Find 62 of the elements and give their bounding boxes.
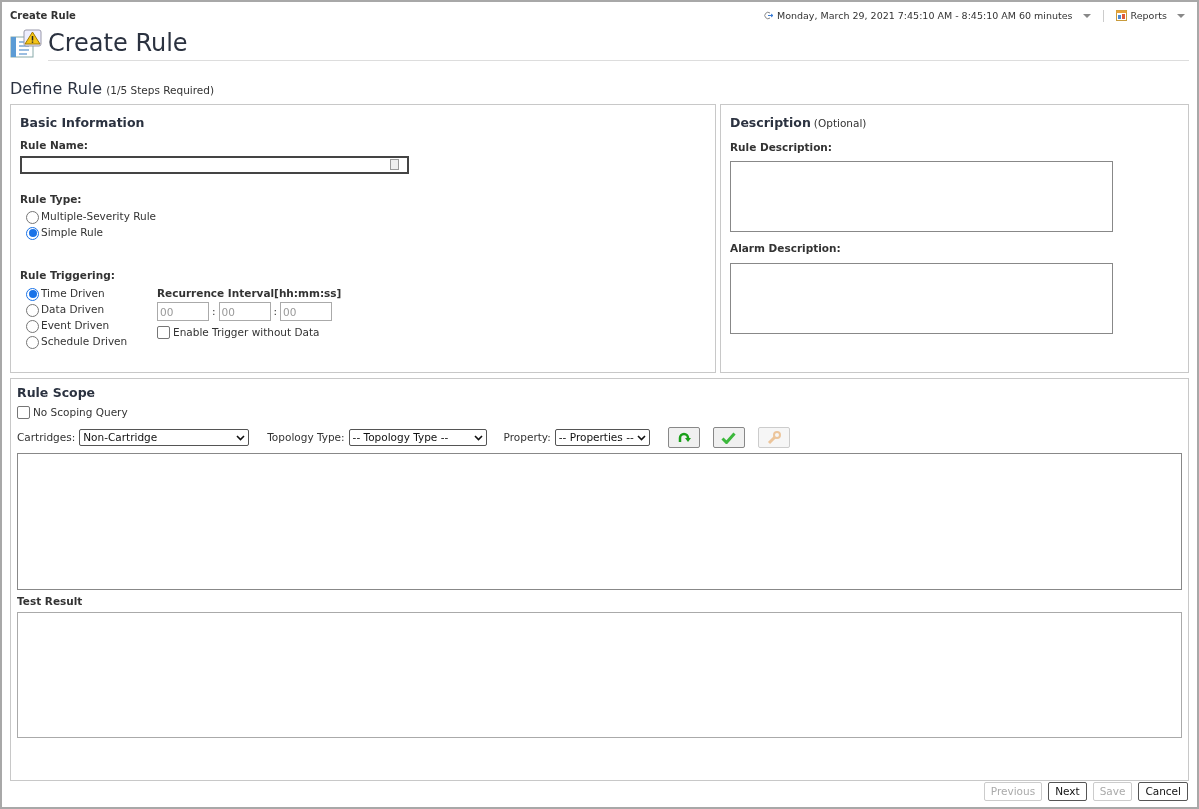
radio-button[interactable]	[26, 319, 39, 333]
checkbox-label: No Scoping Query	[33, 405, 128, 421]
panel-note: (Optional)	[813, 115, 867, 131]
field-label: Test Result	[17, 593, 84, 609]
refresh-button[interactable]	[667, 427, 700, 449]
time-range-icon[interactable]	[763, 11, 773, 21]
radio-label: Simple Rule	[41, 225, 104, 241]
checkbox[interactable]	[157, 326, 170, 340]
filter-label: Property:	[503, 429, 551, 445]
radio-button[interactable]	[26, 287, 39, 301]
field-label: Alarm Description:	[730, 241, 842, 257]
radio-label: Event Driven	[41, 318, 110, 334]
rule-name-field[interactable]	[20, 155, 409, 174]
chevron-icon	[236, 434, 246, 441]
checkbox[interactable]	[17, 406, 30, 420]
field-label: Recurrence Interval[hh:mm:ss]	[157, 286, 342, 301]
time-field[interactable]: 00	[157, 302, 209, 322]
wizard-button[interactable]: Next	[1048, 782, 1087, 801]
description-field[interactable]	[730, 161, 1113, 233]
section-title: Define Rule	[10, 77, 103, 100]
radio-button[interactable]	[26, 335, 39, 349]
time-field[interactable]: 00	[218, 302, 271, 322]
dropdown-caret-icon[interactable]	[1082, 13, 1091, 18]
checkmark-icon	[721, 431, 737, 444]
time-separator: :	[273, 303, 278, 319]
window-title: Create Rule	[10, 9, 76, 24]
radio-label: Multiple-Severity Rule	[41, 209, 157, 225]
time-separator: :	[212, 303, 216, 319]
dropdown[interactable]: -- Properties --	[554, 429, 650, 447]
curved-arrow-icon	[676, 430, 691, 445]
dropdown-caret-icon[interactable]	[1177, 13, 1185, 18]
radio-label: Time Driven	[41, 286, 105, 302]
page-title: Create Rule	[48, 28, 188, 57]
checkbox-label: Enable Trigger without Data	[173, 325, 320, 341]
rule-alert-icon	[10, 28, 42, 59]
filter-label: Cartridges:	[17, 429, 76, 445]
section-note: (1/5 Steps Required)	[106, 82, 215, 98]
panel-title: Rule Scope	[17, 385, 97, 402]
field-label: Rule Description:	[730, 139, 834, 155]
report-icon[interactable]	[1115, 10, 1127, 22]
radio-label: Data Driven	[41, 302, 105, 318]
validate-button[interactable]	[712, 427, 745, 449]
reports-menu[interactable]: Reports	[1130, 8, 1167, 24]
dropdown[interactable]: -- Topology Type --	[348, 429, 487, 447]
filter-label: Topology Type:	[267, 429, 345, 445]
wrench-icon	[766, 430, 781, 445]
time-range-selector[interactable]: Monday, March 29, 2021 7:45:10 AM - 8:45:10 AM 60 minutes	[776, 8, 1073, 24]
chevron-icon	[473, 434, 483, 441]
radio-button[interactable]	[26, 210, 39, 224]
wizard-button[interactable]: Cancel	[1138, 782, 1188, 801]
radio-label: Schedule Driven	[41, 334, 128, 350]
description-field[interactable]	[730, 263, 1113, 335]
field-label: Rule Triggering:	[20, 268, 116, 284]
field-label: Rule Name:	[20, 137, 90, 153]
radio-button[interactable]	[26, 226, 39, 240]
panel-title: Basic Information	[20, 114, 146, 131]
chevron-icon	[636, 434, 646, 441]
panel-title: Description	[730, 114, 811, 131]
field-label: Rule Type:	[20, 191, 83, 207]
time-field[interactable]: 00	[280, 302, 333, 322]
dropdown[interactable]: Non-Cartridge	[79, 429, 250, 447]
radio-button[interactable]	[26, 303, 39, 317]
